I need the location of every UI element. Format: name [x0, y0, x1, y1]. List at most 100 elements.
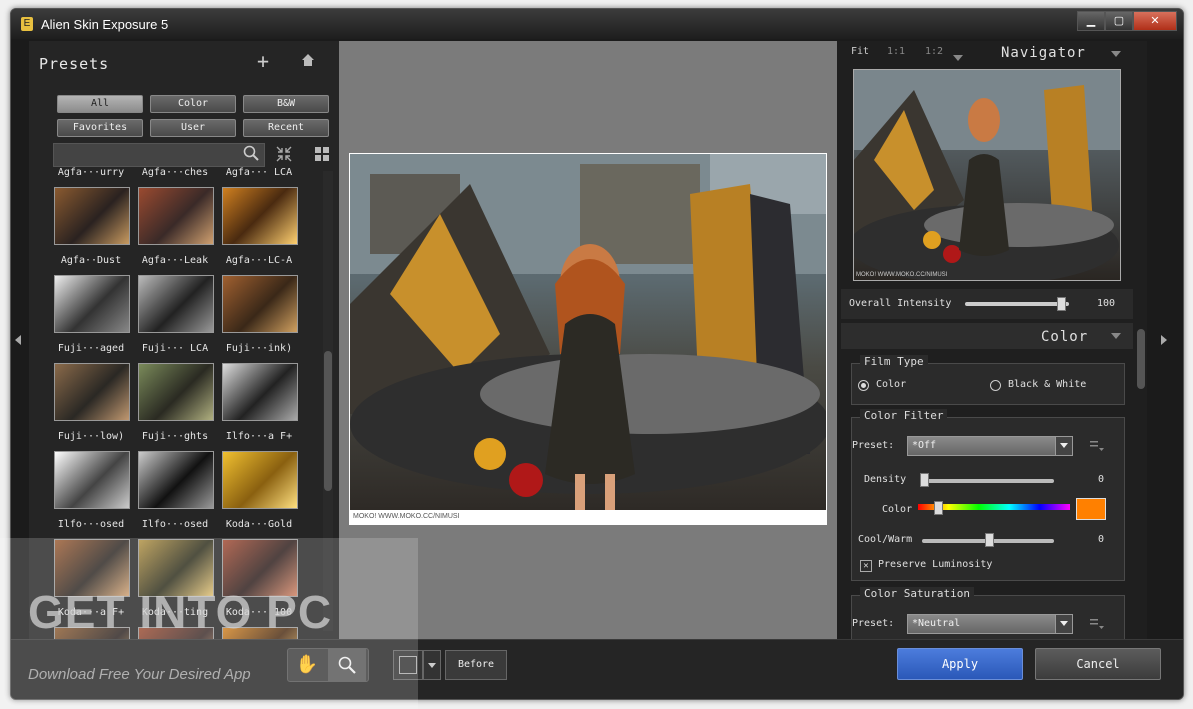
color-swatch[interactable]	[1076, 498, 1106, 520]
minimize-button[interactable]: ▁	[1077, 11, 1105, 31]
preset-label: Agfa···LC-A	[225, 255, 293, 266]
navigator-collapse-icon[interactable]	[1111, 51, 1121, 57]
density-label: Density	[864, 474, 907, 485]
close-button[interactable]: ✕	[1133, 11, 1177, 31]
preset-label: Agfa··· LCA	[225, 167, 293, 178]
filter-all-button[interactable]: All	[57, 95, 143, 113]
preset-thumbnail[interactable]	[54, 275, 130, 333]
film-type-bw-label: Black & White	[1008, 379, 1087, 390]
preset-menu-icon[interactable]	[1090, 440, 1104, 452]
photo-caption: MOKO! WWW.MOKO.CC/NIMUSI	[353, 513, 460, 520]
window-title: Alien Skin Exposure 5	[41, 17, 169, 32]
filter-user-button[interactable]: User	[150, 119, 236, 137]
film-type-title: Film Type	[860, 355, 928, 368]
watermark-text: GET INTO PC	[28, 586, 333, 638]
film-type-color-radio[interactable]	[858, 380, 869, 391]
maximize-button[interactable]: ▢	[1105, 11, 1133, 31]
preset-label: Fuji···aged	[57, 343, 125, 354]
preset-label: Fuji···low)	[57, 431, 125, 442]
add-preset-icon[interactable]: +	[257, 49, 269, 73]
preset-label: Fuji··· LCA	[141, 343, 209, 354]
overall-intensity-label: Overall Intensity	[849, 298, 952, 309]
zoom-1-2-tab[interactable]: 1:2	[925, 46, 943, 57]
preset-thumbnail[interactable]	[222, 363, 298, 421]
zoom-fit-tab[interactable]: Fit	[851, 46, 869, 57]
preset-thumbnail[interactable]	[138, 363, 214, 421]
preset-scrollbar-thumb[interactable]	[324, 351, 332, 491]
overall-intensity-thumb[interactable]	[1057, 297, 1066, 311]
zoom-dropdown-icon[interactable]	[953, 55, 963, 61]
preset-label: Agfa··Dust	[60, 255, 122, 266]
cancel-button[interactable]: Cancel	[1035, 648, 1161, 680]
navigator-title: Navigator	[1001, 45, 1086, 61]
home-icon[interactable]	[301, 53, 315, 67]
preset-thumbnail[interactable]	[54, 187, 130, 245]
filter-color-button[interactable]: Color	[150, 95, 236, 113]
saturation-preset-menu-icon[interactable]	[1090, 618, 1104, 630]
collapse-right-arrow-icon[interactable]	[1161, 335, 1167, 345]
density-value: 0	[1098, 474, 1105, 485]
overall-intensity-value: 100	[1097, 298, 1116, 309]
density-slider[interactable]	[922, 479, 1054, 483]
preset-thumbnail[interactable]	[222, 275, 298, 333]
search-icon[interactable]	[243, 145, 259, 161]
preset-label: Agfa···Leak	[141, 255, 209, 266]
preset-thumbnail[interactable]	[138, 451, 214, 509]
preset-thumbnail[interactable]	[222, 187, 298, 245]
color-filter-preset-label: Preset:	[852, 440, 895, 451]
color-section-title: Color	[1041, 329, 1089, 345]
preset-label: Fuji···ink)	[225, 343, 293, 354]
hue-thumb[interactable]	[934, 501, 943, 515]
coolwarm-label: Cool/Warm	[858, 534, 913, 545]
color-filter-preset-value: *Off	[912, 440, 937, 451]
preserve-luminosity-checkbox[interactable]: ✕	[860, 560, 872, 572]
apply-button[interactable]: Apply	[897, 648, 1023, 680]
settings-panel: Fit 1:1 1:2 Navigator MOKO! WWW.MOKO.CC/…	[837, 41, 1147, 647]
color-filter-preset-dropdown[interactable]: *Off	[907, 436, 1073, 456]
zoom-1-1-tab[interactable]: 1:1	[887, 46, 905, 57]
dropdown-arrow-icon	[1055, 437, 1072, 455]
color-saturation-preset-label: Preset:	[852, 618, 895, 629]
film-type-color-label: Color	[876, 379, 907, 390]
title-bar: E Alien Skin Exposure 5 ▁ ▢ ✕	[11, 9, 1183, 39]
film-type-bw-radio[interactable]	[990, 380, 1001, 391]
color-filter-group: Color Filter Preset: *Off Density 0 Colo…	[851, 409, 1125, 581]
preset-label: Agfa···urry	[57, 167, 125, 178]
preserve-luminosity-label: Preserve Luminosity	[878, 559, 993, 570]
film-type-group: Film Type Color Black & White	[851, 355, 1125, 405]
preset-thumbnail[interactable]	[138, 275, 214, 333]
overall-intensity-slider[interactable]	[965, 302, 1069, 306]
dropdown-arrow-icon	[1055, 615, 1072, 633]
coolwarm-value: 0	[1098, 534, 1105, 545]
preset-label: Agfa···ches	[141, 167, 209, 178]
preset-thumbnail[interactable]	[138, 187, 214, 245]
collapse-left-arrow-icon[interactable]	[15, 335, 21, 345]
preset-label: Ilfo···osed	[141, 519, 209, 530]
preview-photo: MOKO! WWW.MOKO.CC/NIMUSI	[349, 153, 827, 525]
filter-recent-button[interactable]: Recent	[243, 119, 329, 137]
preset-label: Ilfo···osed	[57, 519, 125, 530]
filter-favorites-button[interactable]: Favorites	[57, 119, 143, 137]
color-saturation-title: Color Saturation	[860, 587, 974, 600]
navigator-thumbnail[interactable]: MOKO! WWW.MOKO.CC/NIMUSI	[849, 69, 1121, 285]
preset-search-input[interactable]	[53, 143, 265, 167]
color-section-header[interactable]: Color	[841, 323, 1133, 349]
density-thumb[interactable]	[920, 473, 929, 487]
settings-scrollbar-thumb[interactable]	[1137, 329, 1145, 389]
grid-view-icon[interactable]	[315, 147, 329, 161]
color-saturation-preset-value: *Neutral	[912, 618, 961, 629]
coolwarm-thumb[interactable]	[985, 533, 994, 547]
overall-intensity-row: Overall Intensity 100	[841, 289, 1133, 319]
preset-label: Ilfo···a F+	[225, 431, 293, 442]
collapse-all-icon[interactable]	[275, 145, 293, 163]
preset-thumbnail[interactable]	[54, 451, 130, 509]
compare-view-dropdown[interactable]	[423, 650, 441, 680]
preset-thumbnail[interactable]	[54, 363, 130, 421]
color-saturation-preset-dropdown[interactable]: *Neutral	[907, 614, 1073, 634]
watermark-subtext: Download Free Your Desired App	[28, 666, 251, 683]
color-section-collapse-icon[interactable]	[1111, 333, 1121, 339]
before-button[interactable]: Before	[445, 650, 507, 680]
preset-thumbnail[interactable]	[222, 451, 298, 509]
color-label: Color	[882, 504, 913, 515]
filter-bw-button[interactable]: B&W	[243, 95, 329, 113]
